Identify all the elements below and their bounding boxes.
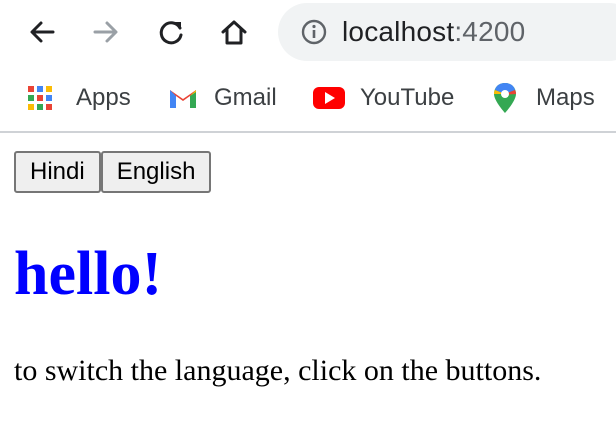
home-icon bbox=[221, 20, 247, 45]
bookmark-label: Maps bbox=[536, 84, 595, 111]
url-text: localhost:4200 bbox=[342, 16, 525, 48]
page-heading: hello! bbox=[14, 240, 163, 308]
reload-icon bbox=[159, 21, 183, 45]
url-host: localhost bbox=[342, 16, 455, 47]
url-port: :4200 bbox=[454, 16, 526, 47]
back-button[interactable] bbox=[24, 14, 60, 50]
bookmark-label: Gmail bbox=[214, 84, 277, 111]
hindi-button[interactable]: Hindi bbox=[14, 151, 101, 193]
address-bar[interactable]: localhost:4200 bbox=[278, 3, 616, 61]
info-icon[interactable] bbox=[300, 18, 328, 46]
arrow-left-icon bbox=[30, 21, 55, 43]
youtube-icon bbox=[312, 81, 346, 115]
apps-grid-icon bbox=[26, 81, 54, 115]
browser-toolbar: localhost:4200 bbox=[0, 0, 616, 66]
language-buttons: Hindi English bbox=[14, 151, 212, 193]
gmail-icon bbox=[166, 81, 200, 115]
bookmark-gmail[interactable]: Gmail bbox=[166, 78, 277, 118]
bookmark-label: Apps bbox=[76, 84, 131, 111]
english-button[interactable]: English bbox=[100, 151, 212, 193]
home-button[interactable] bbox=[216, 14, 252, 50]
bookmark-label: YouTube bbox=[360, 84, 455, 111]
forward-button[interactable] bbox=[88, 14, 124, 50]
page-content: Hindi English hello! to switch the langu… bbox=[0, 133, 616, 436]
instruction-text: to switch the language, click on the but… bbox=[14, 354, 542, 387]
bookmark-youtube[interactable]: YouTube bbox=[312, 78, 454, 118]
bookmarks-bar: Apps Gmail YouTube Maps bbox=[0, 66, 616, 130]
maps-pin-icon bbox=[490, 81, 520, 115]
bookmark-apps[interactable]: Apps bbox=[26, 78, 131, 118]
arrow-right-icon bbox=[93, 21, 118, 43]
reload-button[interactable] bbox=[153, 14, 189, 50]
bookmark-maps[interactable]: Maps bbox=[490, 78, 595, 118]
